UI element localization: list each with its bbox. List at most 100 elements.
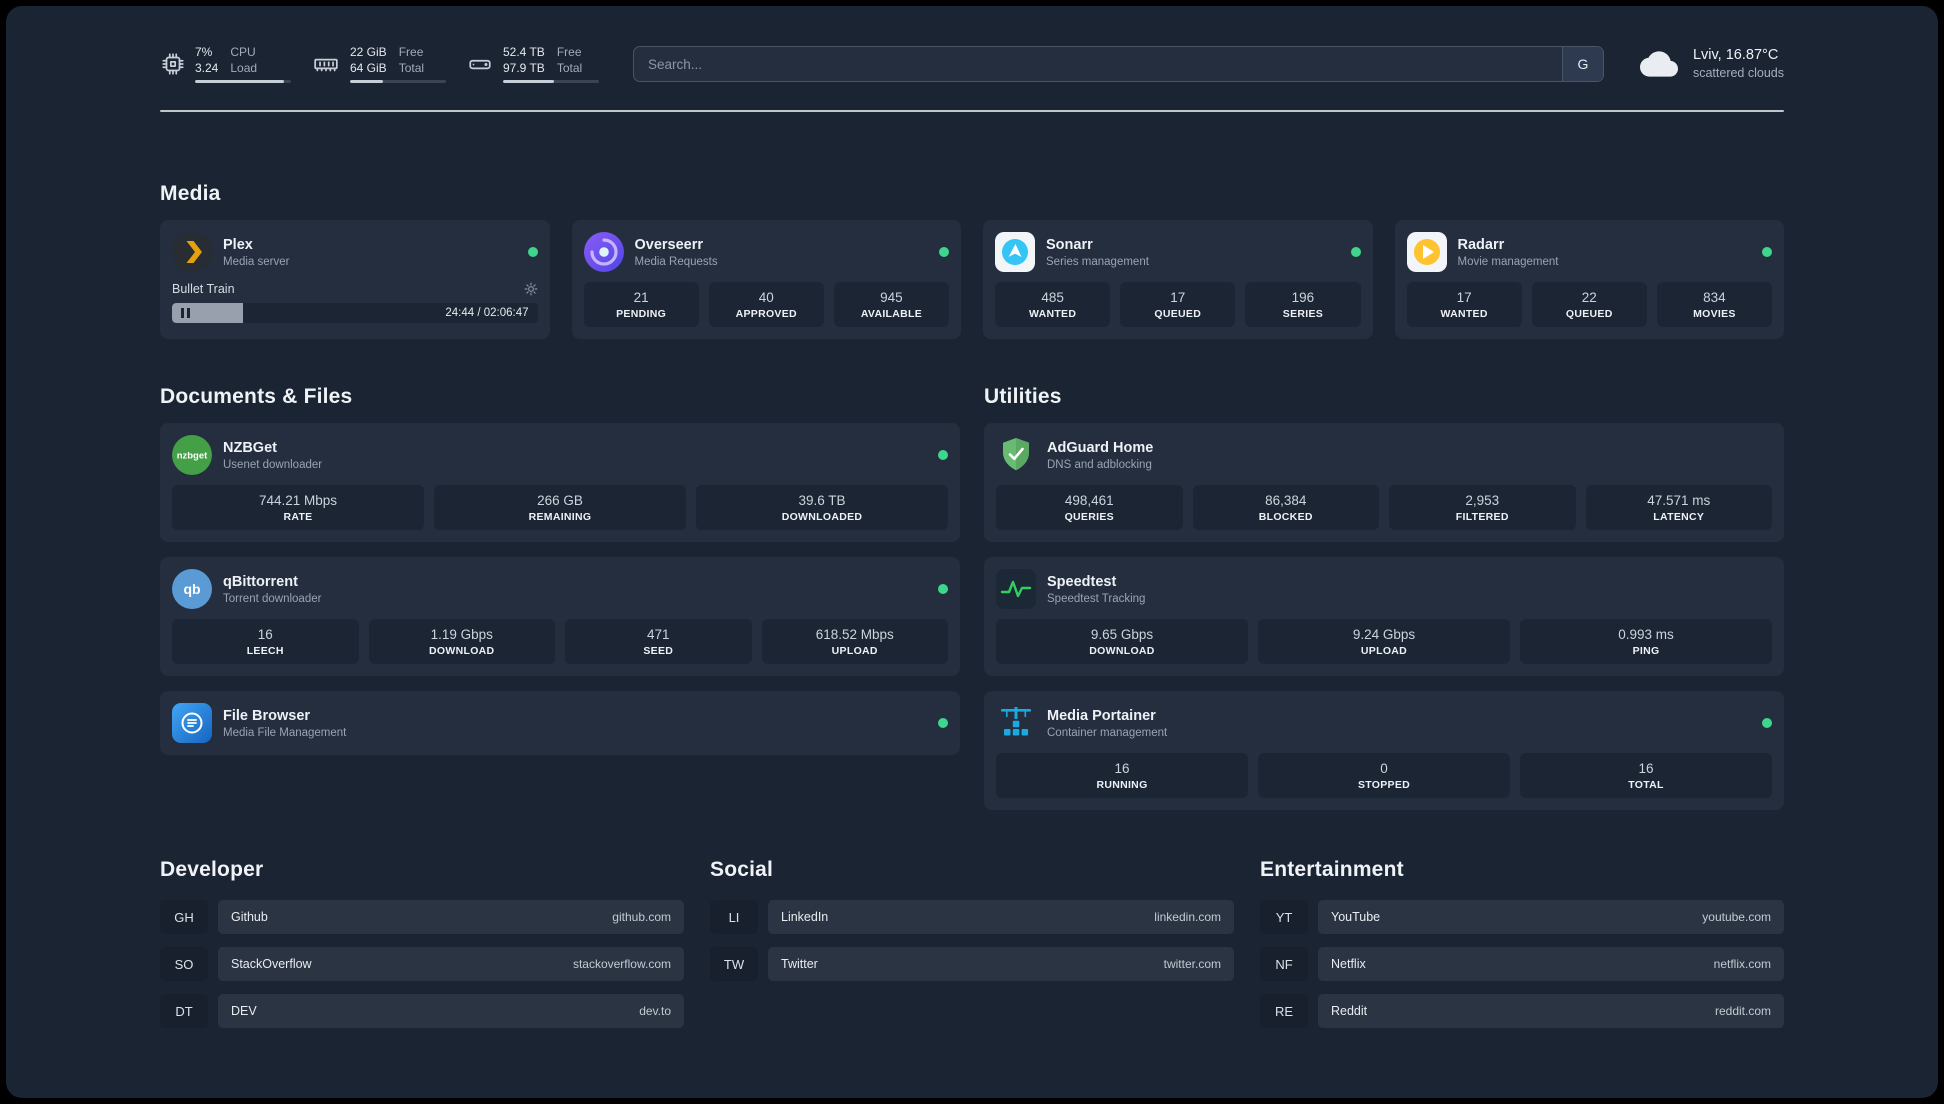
stat-tile: 744.21 Mbps RATE	[172, 485, 424, 530]
gear-icon[interactable]	[524, 282, 538, 296]
stat-value: 834	[1703, 290, 1726, 305]
bookmark-domain: reddit.com	[1714, 1004, 1771, 1018]
stat-label: TOTAL	[1628, 779, 1664, 791]
section-title-social: Social	[710, 858, 774, 881]
bookmarks-social: Social LI LinkedIn linkedin.com TW Twitte…	[710, 858, 1234, 994]
ram-total-value: 64 GiB	[350, 60, 387, 75]
top-bar: 7% 3.24 CPU Load 22 GiB 64 GiB Free Tota…	[160, 40, 1784, 88]
ram-bar	[350, 80, 446, 84]
stat-value: 618.52 Mbps	[815, 627, 894, 642]
stat-value: 196	[1291, 290, 1315, 305]
stat-value: 9.24 Gbps	[1352, 627, 1416, 642]
search-provider-button[interactable]: G	[1561, 47, 1603, 81]
cpu-icon	[160, 51, 186, 77]
stat-label: PING	[1632, 645, 1660, 657]
bookmark-name: Netflix	[1331, 957, 1366, 971]
app-name: Speedtest	[1047, 573, 1117, 590]
weather-widget[interactable]: Lviv, 16.87°C scattered clouds	[1636, 45, 1784, 83]
cpu-bar	[195, 80, 291, 84]
stat-tile: 196 SERIES	[1245, 282, 1361, 327]
status-dot	[938, 718, 948, 728]
stat-tile: 498,461 QUERIES	[996, 485, 1183, 530]
bookmark-reddit[interactable]: RE Reddit reddit.com	[1260, 994, 1784, 1028]
dashboard-screen: 7% 3.24 CPU Load 22 GiB 64 GiB Free Tota…	[0, 0, 1944, 1104]
stat-value: 0.993 ms	[1618, 627, 1674, 642]
stat-label: DOWNLOADED	[781, 511, 863, 523]
radarr-icon	[1406, 232, 1447, 272]
qbittorrent-icon: qb	[172, 569, 212, 609]
bookmark-github[interactable]: GH Github github.com	[160, 900, 684, 934]
card-radarr[interactable]: Radarr Movie management 17 WANTED 22 QUEUE…	[1394, 220, 1784, 339]
stat-value: 9.65 Gbps	[1090, 627, 1154, 642]
search-input[interactable]	[634, 47, 1562, 81]
stat-label: BLOCKED	[1258, 511, 1313, 523]
stat-value: 471	[646, 627, 670, 642]
app-name: Media Portainer	[1047, 707, 1156, 724]
app-name: NZBGet	[223, 439, 277, 456]
app-desc: Speedtest Tracking	[1047, 593, 1146, 606]
stat-label: PENDING	[616, 308, 667, 320]
bookmark-dev[interactable]: DT DEV dev.to	[160, 994, 684, 1028]
disk-bar	[503, 80, 599, 84]
card-adguard[interactable]: AdGuard Home DNS and adblocking 498,461 Q…	[984, 423, 1784, 542]
stat-label: STOPPED	[1357, 779, 1411, 791]
status-dot	[1762, 718, 1772, 728]
resource-meters: 7% 3.24 CPU Load 22 GiB 64 GiB Free Tota…	[160, 44, 599, 84]
disk-meter: 52.4 TB 97.9 TB Free Total	[466, 44, 599, 84]
stat-label: UPLOAD	[831, 645, 878, 657]
card-qbittorrent[interactable]: qb qBittorrent Torrent downloader 16 LEEC…	[160, 557, 960, 676]
card-sonarr[interactable]: Sonarr Series management 485 WANTED 17 QUE…	[983, 220, 1373, 339]
bookmark-netflix[interactable]: NF Netflix netflix.com	[1260, 947, 1784, 981]
card-plex[interactable]: Plex Media server Bullet Train 24:44 / 0…	[160, 220, 550, 339]
weather-location: Lviv, 16.87°C	[1692, 47, 1779, 64]
stat-value: 86,384	[1265, 493, 1307, 508]
header-divider	[160, 110, 1784, 112]
section-title-developer: Developer	[160, 858, 264, 881]
stat-label: QUEUED	[1565, 308, 1613, 320]
stat-tile: 834 MOVIES	[1656, 282, 1773, 327]
disk-free-value: 52.4 TB	[503, 44, 545, 59]
card-filebrowser[interactable]: File Browser Media File Management	[160, 691, 960, 755]
stat-tile: 17 WANTED	[1406, 282, 1522, 327]
cpu-load-label: Load	[230, 60, 258, 75]
stat-tile: 0 STOPPED	[1258, 753, 1510, 798]
status-dot	[1350, 247, 1361, 257]
card-speedtest[interactable]: Speedtest Speedtest Tracking 9.65 Gbps DO…	[984, 557, 1784, 676]
stat-tile: 0.993 ms PING	[1520, 619, 1772, 664]
bookmark-youtube[interactable]: YT YouTube youtube.com	[1260, 900, 1784, 934]
app-name: File Browser	[223, 707, 311, 724]
card-portainer[interactable]: Media Portainer Container management 16 R…	[984, 691, 1784, 810]
ram-bar-fill	[350, 80, 383, 84]
dashboard-app: 7% 3.24 CPU Load 22 GiB 64 GiB Free Tota…	[6, 6, 1938, 1098]
ram-free-value: 22 GiB	[350, 44, 387, 59]
pause-icon[interactable]	[181, 308, 190, 318]
section-title-entertainment: Entertainment	[1260, 858, 1404, 881]
status-dot	[939, 247, 949, 257]
bookmark-linkedin[interactable]: LI LinkedIn linkedin.com	[710, 900, 1234, 934]
bookmark-stackoverflow[interactable]: SO StackOverflow stackoverflow.com	[160, 947, 684, 981]
bookmark-name: YouTube	[1331, 910, 1381, 924]
bookmarks-area: Developer GH Github github.com SO StackOv…	[160, 858, 1784, 1083]
app-desc: Media Requests	[634, 256, 718, 269]
now-playing-title: Bullet Train	[172, 282, 235, 296]
stat-value: 266 GB	[537, 493, 583, 508]
stat-label: LATENCY	[1653, 511, 1705, 523]
bookmark-domain: dev.to	[639, 1004, 671, 1018]
stat-tile: 86,384 BLOCKED	[1192, 485, 1379, 530]
bookmarks-developer: Developer GH Github github.com SO StackOv…	[160, 858, 684, 1041]
svg-text:qb: qb	[183, 581, 200, 597]
app-desc: Media server	[223, 256, 290, 269]
svg-text:nzbget: nzbget	[177, 451, 208, 462]
bookmark-name: Twitter	[781, 957, 818, 971]
bookmark-twitter[interactable]: TW Twitter twitter.com	[710, 947, 1234, 981]
utilities-column: Utilities AdGuard Home DNS and adblockin…	[984, 385, 1784, 810]
card-overseerr[interactable]: Overseerr Media Requests 21 PENDING 40 APP…	[571, 220, 961, 339]
stat-label: DOWNLOAD	[429, 645, 495, 657]
stat-value: 17	[1170, 290, 1186, 305]
stat-value: 1.19 Gbps	[430, 627, 493, 642]
card-nzbget[interactable]: nzbget NZBGet Usenet downloader 744.21 M…	[160, 423, 960, 542]
ram-free-label: Free	[398, 44, 424, 59]
app-desc: Usenet downloader	[223, 459, 323, 472]
playback-progress-bar[interactable]: 24:44 / 02:06:47	[172, 303, 538, 323]
overseerr-icon	[583, 232, 624, 272]
